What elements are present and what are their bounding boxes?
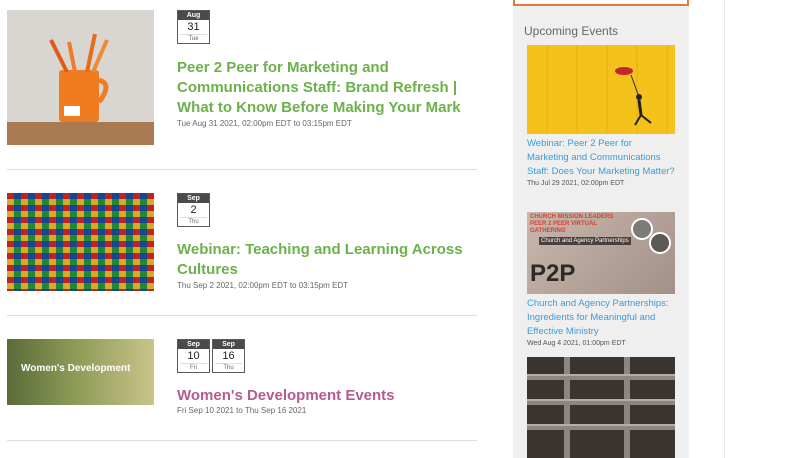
- avatar: [649, 232, 671, 254]
- page-edge-rule: [724, 0, 725, 458]
- sidebar-image-logo: P2P: [530, 260, 576, 287]
- upcoming-events-sidebar: Upcoming Events Webinar: Peer 2 Peer for…: [513, 0, 689, 458]
- date-day: 2: [190, 204, 197, 216]
- sidebar-event-image[interactable]: CHURCH MISSION LEADERS PEER 2 PEER VIRTU…: [527, 212, 675, 294]
- date-weekday: Thu: [215, 363, 242, 372]
- sidebar-event-image[interactable]: [527, 357, 675, 458]
- divider: [7, 169, 477, 170]
- date-badge: Aug 31 Tue: [177, 10, 210, 44]
- date-month: Sep: [178, 194, 209, 203]
- sidebar-event-item: CHURCH MISSION LEADERS PEER 2 PEER VIRTU…: [527, 212, 675, 347]
- sidebar-event-date: Thu Jul 29 2021, 02:00pm EDT: [527, 180, 625, 187]
- sidebar-image-banner: CHURCH MISSION LEADERS PEER 2 PEER VIRTU…: [530, 214, 614, 234]
- date-weekday: Thu: [180, 217, 207, 226]
- sidebar-event-link[interactable]: Church and Agency Partnerships: Ingredie…: [527, 297, 675, 339]
- sidebar-event-link[interactable]: Webinar: Peer 2 Peer for Marketing and C…: [527, 137, 675, 179]
- event-date-badges: Aug 31 Tue: [177, 10, 210, 44]
- date-day: 10: [187, 350, 200, 362]
- date-badge: Sep 10 Fri: [177, 339, 210, 373]
- date-month: Sep: [178, 340, 209, 349]
- sidebar-top-accent: [513, 0, 689, 6]
- event-title-link[interactable]: Peer 2 Peer for Marketing and Communicat…: [177, 58, 477, 118]
- event-title-link[interactable]: Women's Development Events: [177, 386, 477, 406]
- date-month: Aug: [178, 11, 209, 20]
- event-thumbnail[interactable]: Women's Development: [7, 339, 154, 405]
- sidebar-event-date: Wed Aug 4 2021, 01:00pm EDT: [527, 340, 626, 347]
- sidebar-image-subtitle: Church and Agency Partnerships: [539, 237, 631, 245]
- thumbnail-caption: Women's Development: [21, 363, 131, 374]
- divider: [7, 440, 477, 441]
- date-weekday: Tue: [180, 34, 207, 43]
- sidebar-heading: Upcoming Events: [524, 24, 619, 38]
- date-badge: Sep 2 Thu: [177, 193, 210, 227]
- event-thumbnail[interactable]: [7, 10, 154, 145]
- date-weekday: Fri: [180, 363, 207, 372]
- event-thumbnail[interactable]: [7, 193, 154, 291]
- event-title-link[interactable]: Webinar: Teaching and Learning Across Cu…: [177, 240, 477, 280]
- divider: [7, 315, 477, 316]
- sidebar-event-item: [527, 357, 675, 458]
- sidebar-event-item: Webinar: Peer 2 Peer for Marketing and C…: [527, 45, 675, 187]
- event-datetime: Tue Aug 31 2021, 02:00pm EDT to 03:15pm …: [177, 119, 352, 128]
- date-day: 31: [187, 21, 200, 33]
- date-month: Sep: [213, 340, 244, 349]
- sidebar-event-image[interactable]: [527, 45, 675, 134]
- event-datetime: Fri Sep 10 2021 to Thu Sep 16 2021: [177, 406, 307, 415]
- date-day: 16: [222, 350, 235, 362]
- event-date-badges: Sep 10 Fri Sep 16 Thu: [177, 339, 245, 373]
- event-datetime: Thu Sep 2 2021, 02:00pm EDT to 03:15pm E…: [177, 281, 349, 290]
- event-date-badges: Sep 2 Thu: [177, 193, 210, 227]
- date-badge: Sep 16 Thu: [212, 339, 245, 373]
